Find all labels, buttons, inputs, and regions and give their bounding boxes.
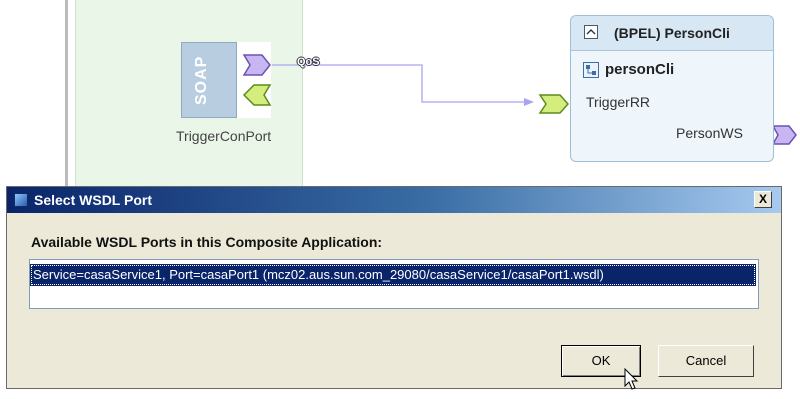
bpel-node-name[interactable]: personCli [605, 61, 674, 78]
mouse-pointer-icon [624, 368, 639, 390]
trigger-endpoint-icon [538, 94, 570, 114]
close-button[interactable]: X [754, 191, 772, 208]
bpel-process-icon [583, 62, 599, 78]
consume-arrow-icon [242, 84, 272, 106]
consume-endpoint-label: TriggerRR [586, 94, 651, 110]
cancel-button[interactable]: Cancel [658, 345, 754, 377]
soap-port-caption: TriggerConPort [176, 128, 272, 144]
list-item[interactable]: Service=casaService1, Port=casaPort1 (mc… [30, 264, 756, 286]
personws-endpoint-icon [771, 125, 797, 145]
provide-endpoint-label: PersonWS [676, 125, 743, 141]
provide-arrow-icon [242, 54, 271, 76]
bpel-module-title: (BPEL) PersonCli [614, 25, 730, 41]
ports-heading: Available WSDL Ports in this Composite A… [31, 234, 383, 250]
connection-line [272, 64, 526, 103]
connection-arrowhead [524, 98, 534, 106]
dialog-title: Select WSDL Port [34, 192, 152, 208]
qos-label[interactable]: QoS [297, 56, 320, 68]
app-cube-icon [14, 193, 28, 207]
collapse-icon[interactable] [584, 25, 598, 39]
